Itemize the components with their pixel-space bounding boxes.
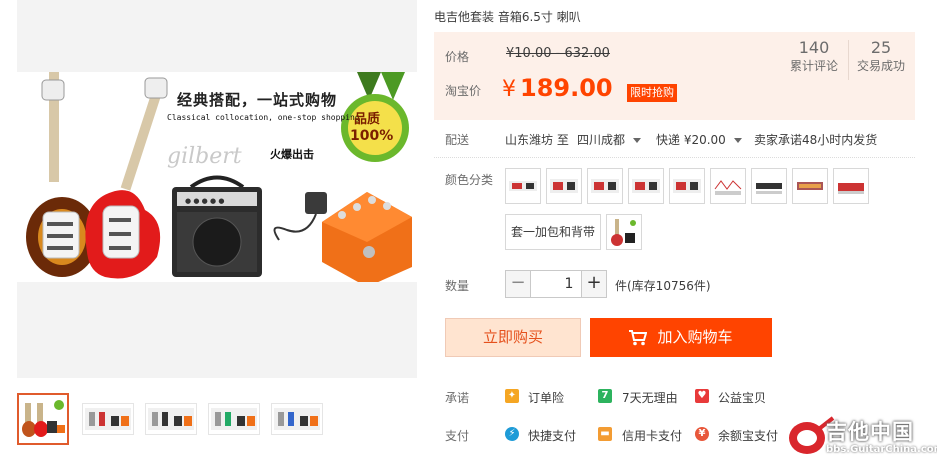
deal-count-stat[interactable]: 25 交易成功	[851, 38, 911, 74]
thumbnail-3[interactable]	[145, 403, 197, 435]
stock-info: 件(库存10756件)	[615, 279, 711, 293]
color-option-image	[611, 219, 636, 246]
payment-quick[interactable]: 快捷支付	[528, 427, 576, 444]
svg-text:● ● ● ● ●: ● ● ● ● ●	[185, 197, 224, 205]
color-option-9[interactable]	[833, 168, 869, 204]
color-option-3[interactable]	[587, 168, 623, 204]
main-image-area[interactable]: ● ● ● ● ● 经典搭配，一站式购物 Classical collocati…	[17, 0, 417, 378]
color-option-image	[838, 183, 864, 194]
color-option-image	[591, 179, 619, 193]
thumbnail-image	[148, 408, 194, 430]
payment-balance[interactable]: 余额宝支付	[718, 427, 778, 444]
seven-day-return-icon: 7	[598, 389, 612, 403]
price-label: 价格	[445, 50, 470, 64]
badge-percent: 100%	[350, 128, 394, 144]
price-value: 189.00	[520, 74, 613, 102]
color-option-text[interactable]: 套一加包和背带	[505, 214, 602, 250]
color-option-1[interactable]	[505, 168, 541, 204]
product-title: 电吉他套装 音箱6.5寸 喇叭	[434, 10, 581, 24]
color-option-image	[550, 179, 578, 193]
color-option-image	[673, 179, 701, 193]
shipping-fee: 快递 ¥20.00	[656, 133, 726, 147]
promise-return[interactable]: 7天无理由	[622, 389, 678, 406]
review-count-label: 累计评论	[789, 59, 838, 73]
review-count: 140	[798, 38, 830, 57]
quantity-decrease-button[interactable]: −	[505, 270, 531, 298]
deal-count: 25	[870, 38, 892, 57]
thumbnail-image	[85, 408, 131, 430]
thumbnail-image	[274, 408, 320, 430]
promise-charity[interactable]: 公益宝贝	[718, 389, 766, 406]
power-adapter-graphic	[273, 192, 327, 241]
shipping-label: 配送	[445, 133, 470, 147]
color-option-2[interactable]	[546, 168, 582, 204]
stat-divider	[848, 40, 849, 80]
limited-time-badge: 限时抢购	[627, 84, 677, 102]
add-to-cart-button[interactable]: 加入购物车	[590, 318, 772, 357]
thumbnail-image	[211, 408, 257, 430]
banner-fire-text: 火爆出击	[270, 148, 314, 161]
currency-symbol: ¥	[502, 77, 516, 102]
balance-icon: ¥	[695, 427, 709, 441]
color-option-image	[509, 181, 537, 191]
charity-icon: ♥	[695, 389, 709, 403]
amplifier-graphic: ● ● ● ● ●	[172, 175, 262, 277]
product-banner-image: ● ● ● ● ● 经典搭配，一站式购物 Classical collocati…	[17, 72, 417, 282]
review-count-stat[interactable]: 140 累计评论	[784, 38, 844, 74]
thumbnail-1[interactable]	[17, 393, 69, 445]
banner-brand: gilbert	[167, 144, 242, 169]
quantity-increase-button[interactable]: +	[581, 270, 607, 298]
insurance-icon: ✦	[505, 389, 519, 403]
quantity-label: 数量	[445, 279, 470, 293]
watermark-url: bbs.GuitarChina.com	[826, 444, 937, 455]
color-option-5[interactable]	[669, 168, 705, 204]
thumbnail-image	[22, 400, 65, 437]
color-option-image	[797, 182, 823, 190]
color-option-4[interactable]	[628, 168, 664, 204]
color-option-image	[756, 183, 782, 194]
thumbnail-5[interactable]	[271, 403, 323, 435]
color-label: 颜色分类	[445, 173, 494, 187]
effect-pedal-graphic	[322, 192, 412, 282]
buy-now-button[interactable]: 立即购买	[445, 318, 581, 357]
color-option-8[interactable]	[792, 168, 828, 204]
chevron-down-icon	[633, 138, 642, 143]
promise-label: 承诺	[445, 391, 470, 405]
color-option-10[interactable]	[606, 214, 642, 250]
color-option-image	[632, 179, 660, 193]
payment-label: 支付	[445, 429, 470, 443]
banner-headline: 经典搭配，一站式购物	[177, 91, 338, 109]
price-panel: 价格 ¥10.00 - 632.00 淘宝价 ¥189.00 限时抢购 140 …	[434, 32, 915, 120]
thumbnail-4[interactable]	[208, 403, 260, 435]
ship-destination-select[interactable]: 四川成都	[577, 131, 642, 148]
ship-promise: 卖家承诺48小时内发货	[754, 133, 878, 147]
color-option-image	[714, 180, 742, 195]
shipping-fee-select[interactable]: 快递 ¥20.00	[656, 131, 742, 148]
section-divider	[434, 157, 915, 158]
taobao-price: ¥189.00	[502, 74, 613, 102]
credit-card-icon: ▬	[598, 427, 612, 441]
chevron-down-icon	[733, 138, 742, 143]
thumbnail-2[interactable]	[82, 403, 134, 435]
quick-pay-icon: ⚡	[505, 427, 519, 441]
red-guitar-graphic	[85, 77, 168, 279]
watermark-name: 吉他中国	[826, 420, 914, 444]
original-price: ¥10.00 - 632.00	[506, 46, 610, 61]
promise-insurance[interactable]: 订单险	[528, 389, 564, 406]
color-option-6[interactable]	[710, 168, 746, 204]
badge-label: 品质	[354, 112, 381, 127]
add-to-cart-label: 加入购物车	[657, 328, 733, 346]
taobao-price-label: 淘宝价	[445, 84, 482, 98]
cart-icon	[629, 329, 648, 345]
banner-subline: Classical collocation, one-stop shopping	[167, 113, 360, 122]
ship-destination: 四川成都	[577, 133, 626, 147]
color-option-7[interactable]	[751, 168, 787, 204]
payment-credit-card[interactable]: 信用卡支付	[622, 427, 682, 444]
ship-from: 山东潍坊 至	[505, 133, 569, 147]
deal-count-label: 交易成功	[856, 59, 905, 73]
